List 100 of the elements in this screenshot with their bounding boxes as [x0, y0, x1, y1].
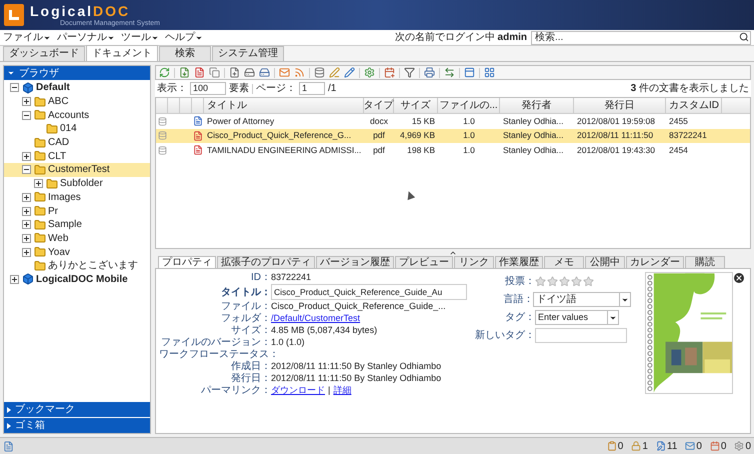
expand-toggle[interactable]	[22, 152, 31, 161]
tab[interactable]: ドキュメント	[86, 45, 158, 61]
mail-icon[interactable]	[279, 67, 290, 78]
settings-icon[interactable]	[364, 67, 375, 78]
table-row[interactable]: Power of Attorney docx 15 KB 1.0 Stanley Odhia... 2012/08/01 19:59:08 2455	[156, 114, 750, 128]
column-header[interactable]: サイズ	[394, 98, 438, 113]
column-header[interactable]: 発行者	[500, 98, 574, 113]
browser-header[interactable]: ブラウザ	[4, 66, 150, 80]
tab[interactable]: ダッシュボード	[3, 46, 85, 61]
tags-select[interactable]: Enter values	[535, 310, 619, 325]
tree-item[interactable]: LogicalDOC Mobile	[4, 272, 150, 286]
tab[interactable]: リンク	[454, 256, 494, 268]
tree-item[interactable]: Yoav	[4, 245, 150, 259]
column-header[interactable]: タイプ	[364, 98, 394, 113]
column-header[interactable]: タイトル	[204, 98, 364, 113]
permalink[interactable]: 詳細	[333, 385, 352, 396]
tab[interactable]: プレビュー	[395, 256, 453, 268]
tree-item[interactable]: Images	[4, 190, 150, 204]
new-tag-field[interactable]	[535, 328, 627, 343]
document-icon[interactable]	[3, 440, 14, 452]
expand-toggle[interactable]	[22, 97, 31, 106]
panel-icon[interactable]	[464, 67, 475, 78]
expand-toggle[interactable]	[10, 274, 19, 284]
copy-icon[interactable]	[209, 67, 220, 78]
tree-item[interactable]: Pr	[4, 204, 150, 218]
tab[interactable]: 検索	[159, 46, 211, 61]
language-select[interactable]: ドイツ語	[533, 292, 631, 307]
new-document-icon[interactable]	[229, 67, 240, 78]
tree-item[interactable]: Default	[4, 81, 150, 95]
tree-item[interactable]: CLT	[4, 149, 150, 164]
tree-item[interactable]: 014	[4, 122, 150, 136]
grid-icon[interactable]	[484, 67, 495, 78]
print-icon[interactable]	[424, 67, 435, 78]
filter-icon[interactable]	[404, 67, 415, 78]
tab[interactable]: 拡張子のプロパティ	[217, 256, 315, 268]
star-icon[interactable]	[583, 276, 594, 287]
tree-item[interactable]: CustomerTest	[4, 163, 150, 177]
star-icon[interactable]	[559, 276, 570, 287]
tab[interactable]: プロパティ	[158, 256, 216, 268]
edit-icon[interactable]	[656, 441, 666, 451]
collapse-toggle[interactable]	[10, 83, 19, 92]
tab[interactable]: メモ	[544, 256, 584, 268]
tree-item[interactable]: ABC	[4, 94, 150, 108]
permalink[interactable]: ダウンロード	[271, 385, 325, 396]
rss-icon[interactable]	[294, 67, 305, 78]
tab[interactable]: 購読	[685, 256, 725, 268]
menu-item[interactable]: ファイル	[3, 30, 51, 45]
expand-toggle[interactable]	[22, 192, 31, 202]
gear-icon[interactable]	[734, 441, 744, 451]
arrows-icon[interactable]	[444, 67, 455, 78]
drive-icon[interactable]	[259, 67, 270, 78]
table-row[interactable]: Cisco_Product_Quick_Reference_G... pdf 4,969 KB 1.0 Stanley Odhia... 2012/08/11 11:11:50 83722241	[156, 128, 750, 143]
edit-icon[interactable]	[329, 67, 340, 78]
title-field[interactable]: Cisco_Product_Quick_Reference_Guide_Au	[271, 284, 467, 300]
calendar-icon[interactable]	[384, 67, 395, 78]
tab[interactable]: 公開中	[585, 256, 625, 268]
mail-icon[interactable]	[685, 441, 696, 451]
close-icon[interactable]	[734, 273, 744, 283]
expand-toggle[interactable]	[22, 234, 31, 243]
column-header[interactable]: カスタムID	[666, 98, 722, 113]
page-field[interactable]: 1	[299, 82, 325, 95]
tab[interactable]: カレンダー	[626, 256, 684, 268]
collapse-toggle[interactable]	[22, 110, 31, 120]
star-icon[interactable]	[571, 276, 582, 287]
menu-item[interactable]: ヘルプ	[165, 30, 203, 45]
download-icon[interactable]	[179, 67, 190, 78]
pencil-icon[interactable]	[344, 67, 355, 78]
table-row[interactable]: TAMILNADU ENGINEERING ADMISSI... pdf 198 KB 1.0 Stanley Odhia... 2012/08/01 19:43:30 2454	[156, 143, 750, 158]
expand-toggle[interactable]	[22, 248, 31, 257]
menu-item[interactable]: ツール	[121, 30, 159, 45]
page-size-field[interactable]: 100	[190, 82, 226, 95]
expand-toggle[interactable]	[22, 220, 31, 230]
star-icon[interactable]	[535, 276, 546, 287]
column-header[interactable]: ファイルの...	[438, 98, 500, 113]
expand-toggle[interactable]	[34, 179, 43, 188]
tree-item[interactable]: Web	[4, 232, 150, 246]
star-icon[interactable]	[547, 276, 558, 287]
tab[interactable]: システム管理	[212, 46, 284, 61]
pdf-icon[interactable]	[194, 67, 205, 78]
tree-item[interactable]: Sample	[4, 218, 150, 232]
tree-item[interactable]: Accounts	[4, 108, 150, 122]
field-label: 作成日：	[230, 361, 271, 372]
collapse-toggle[interactable]	[22, 165, 31, 174]
expand-toggle[interactable]	[22, 206, 31, 216]
calendar-icon[interactable]	[710, 441, 720, 451]
menu-item[interactable]: パーソナル	[57, 30, 115, 45]
refresh-icon[interactable]	[159, 67, 170, 78]
section-header[interactable]: ブックマーク	[4, 402, 150, 417]
search-icon[interactable]	[739, 32, 749, 42]
search-field[interactable]: 検索...	[531, 30, 751, 44]
tab[interactable]: バージョン履歴	[316, 256, 394, 268]
column-header[interactable]: 発行日	[574, 98, 666, 113]
folder-link[interactable]: /Default/CustomerTest	[271, 313, 360, 324]
tree-item[interactable]: ありかとこざいます	[4, 258, 150, 273]
tree-item[interactable]: CAD	[4, 136, 150, 150]
tab[interactable]: 作業履歴	[495, 256, 543, 268]
section-header[interactable]: ゴミ箱	[4, 418, 150, 433]
clipboard-icon[interactable]	[606, 441, 617, 451]
tree-item[interactable]: Subfolder	[4, 176, 150, 190]
star-rating[interactable]	[535, 276, 594, 287]
